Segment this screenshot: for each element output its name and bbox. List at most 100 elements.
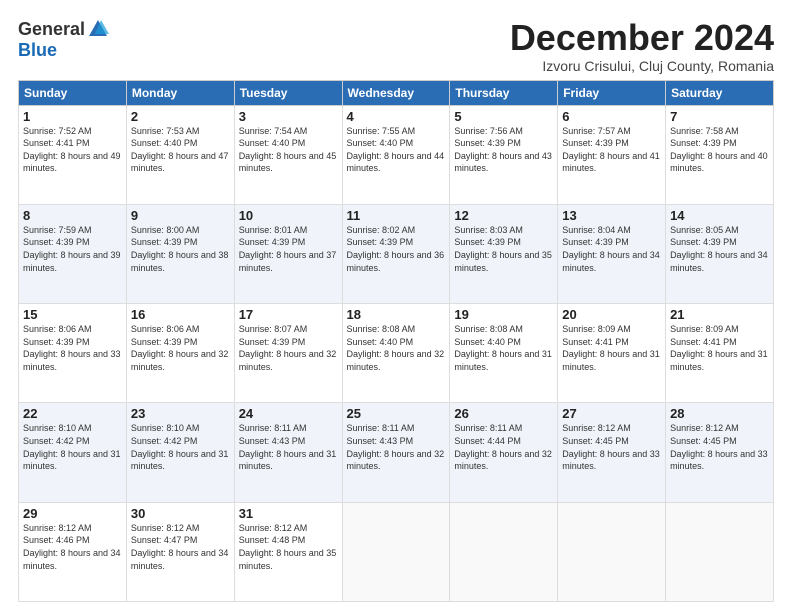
day-number: 18	[347, 307, 446, 322]
day-info: Sunrise: 7:53 AMSunset: 4:40 PMDaylight:…	[131, 126, 229, 174]
calendar-cell: 22 Sunrise: 8:10 AMSunset: 4:42 PMDaylig…	[19, 403, 127, 502]
day-number: 20	[562, 307, 661, 322]
day-number: 23	[131, 406, 230, 421]
day-info: Sunrise: 8:07 AMSunset: 4:39 PMDaylight:…	[239, 324, 337, 372]
day-number: 7	[670, 109, 769, 124]
calendar-cell: 29 Sunrise: 8:12 AMSunset: 4:46 PMDaylig…	[19, 502, 127, 601]
calendar-cell: 4 Sunrise: 7:55 AMSunset: 4:40 PMDayligh…	[342, 105, 450, 204]
day-number: 30	[131, 506, 230, 521]
day-info: Sunrise: 7:59 AMSunset: 4:39 PMDaylight:…	[23, 225, 121, 273]
calendar-header-saturday: Saturday	[666, 80, 774, 105]
day-info: Sunrise: 8:10 AMSunset: 4:42 PMDaylight:…	[23, 423, 121, 471]
calendar-cell: 21 Sunrise: 8:09 AMSunset: 4:41 PMDaylig…	[666, 304, 774, 403]
month-title: December 2024	[510, 18, 774, 58]
calendar-header-row: SundayMondayTuesdayWednesdayThursdayFrid…	[19, 80, 774, 105]
calendar-cell: 15 Sunrise: 8:06 AMSunset: 4:39 PMDaylig…	[19, 304, 127, 403]
calendar-week-row: 22 Sunrise: 8:10 AMSunset: 4:42 PMDaylig…	[19, 403, 774, 502]
day-number: 5	[454, 109, 553, 124]
day-number: 17	[239, 307, 338, 322]
day-info: Sunrise: 8:12 AMSunset: 4:45 PMDaylight:…	[670, 423, 768, 471]
title-block: December 2024 Izvoru Crisului, Cluj Coun…	[510, 18, 774, 74]
calendar-cell: 25 Sunrise: 8:11 AMSunset: 4:43 PMDaylig…	[342, 403, 450, 502]
calendar-header-sunday: Sunday	[19, 80, 127, 105]
day-info: Sunrise: 8:08 AMSunset: 4:40 PMDaylight:…	[347, 324, 445, 372]
calendar-cell: 27 Sunrise: 8:12 AMSunset: 4:45 PMDaylig…	[558, 403, 666, 502]
day-number: 19	[454, 307, 553, 322]
day-number: 8	[23, 208, 122, 223]
calendar-cell: 26 Sunrise: 8:11 AMSunset: 4:44 PMDaylig…	[450, 403, 558, 502]
day-info: Sunrise: 8:04 AMSunset: 4:39 PMDaylight:…	[562, 225, 660, 273]
day-number: 11	[347, 208, 446, 223]
location-title: Izvoru Crisului, Cluj County, Romania	[510, 58, 774, 74]
calendar-cell: 2 Sunrise: 7:53 AMSunset: 4:40 PMDayligh…	[126, 105, 234, 204]
calendar-cell: 24 Sunrise: 8:11 AMSunset: 4:43 PMDaylig…	[234, 403, 342, 502]
day-info: Sunrise: 8:11 AMSunset: 4:43 PMDaylight:…	[239, 423, 337, 471]
day-info: Sunrise: 7:58 AMSunset: 4:39 PMDaylight:…	[670, 126, 768, 174]
calendar-header-friday: Friday	[558, 80, 666, 105]
day-info: Sunrise: 7:52 AMSunset: 4:41 PMDaylight:…	[23, 126, 121, 174]
day-number: 10	[239, 208, 338, 223]
day-info: Sunrise: 8:03 AMSunset: 4:39 PMDaylight:…	[454, 225, 552, 273]
calendar-cell: 9 Sunrise: 8:00 AMSunset: 4:39 PMDayligh…	[126, 204, 234, 303]
calendar-cell: 23 Sunrise: 8:10 AMSunset: 4:42 PMDaylig…	[126, 403, 234, 502]
logo-icon	[87, 18, 109, 40]
day-number: 3	[239, 109, 338, 124]
day-info: Sunrise: 8:10 AMSunset: 4:42 PMDaylight:…	[131, 423, 229, 471]
logo-blue-text: Blue	[18, 40, 57, 61]
day-info: Sunrise: 8:11 AMSunset: 4:44 PMDaylight:…	[454, 423, 552, 471]
calendar-table: SundayMondayTuesdayWednesdayThursdayFrid…	[18, 80, 774, 602]
calendar-cell: 12 Sunrise: 8:03 AMSunset: 4:39 PMDaylig…	[450, 204, 558, 303]
calendar-cell	[450, 502, 558, 601]
day-number: 12	[454, 208, 553, 223]
logo-general-text: General	[18, 19, 85, 40]
page: General Blue December 2024 Izvoru Crisul…	[0, 0, 792, 612]
day-number: 28	[670, 406, 769, 421]
calendar-cell	[666, 502, 774, 601]
calendar-cell: 10 Sunrise: 8:01 AMSunset: 4:39 PMDaylig…	[234, 204, 342, 303]
day-info: Sunrise: 8:06 AMSunset: 4:39 PMDaylight:…	[131, 324, 229, 372]
day-info: Sunrise: 8:12 AMSunset: 4:47 PMDaylight:…	[131, 523, 229, 571]
day-info: Sunrise: 8:00 AMSunset: 4:39 PMDaylight:…	[131, 225, 229, 273]
calendar-cell: 13 Sunrise: 8:04 AMSunset: 4:39 PMDaylig…	[558, 204, 666, 303]
header: General Blue December 2024 Izvoru Crisul…	[18, 18, 774, 74]
day-number: 1	[23, 109, 122, 124]
calendar-cell	[342, 502, 450, 601]
day-info: Sunrise: 8:06 AMSunset: 4:39 PMDaylight:…	[23, 324, 121, 372]
day-info: Sunrise: 8:08 AMSunset: 4:40 PMDaylight:…	[454, 324, 552, 372]
day-number: 4	[347, 109, 446, 124]
day-number: 14	[670, 208, 769, 223]
calendar-cell: 31 Sunrise: 8:12 AMSunset: 4:48 PMDaylig…	[234, 502, 342, 601]
day-number: 21	[670, 307, 769, 322]
logo: General Blue	[18, 18, 109, 61]
calendar-cell	[558, 502, 666, 601]
calendar-cell: 6 Sunrise: 7:57 AMSunset: 4:39 PMDayligh…	[558, 105, 666, 204]
calendar-cell: 18 Sunrise: 8:08 AMSunset: 4:40 PMDaylig…	[342, 304, 450, 403]
day-number: 31	[239, 506, 338, 521]
calendar-cell: 16 Sunrise: 8:06 AMSunset: 4:39 PMDaylig…	[126, 304, 234, 403]
calendar-cell: 28 Sunrise: 8:12 AMSunset: 4:45 PMDaylig…	[666, 403, 774, 502]
day-info: Sunrise: 8:09 AMSunset: 4:41 PMDaylight:…	[562, 324, 660, 372]
day-number: 25	[347, 406, 446, 421]
day-number: 29	[23, 506, 122, 521]
calendar-header-wednesday: Wednesday	[342, 80, 450, 105]
calendar-cell: 20 Sunrise: 8:09 AMSunset: 4:41 PMDaylig…	[558, 304, 666, 403]
calendar-cell: 14 Sunrise: 8:05 AMSunset: 4:39 PMDaylig…	[666, 204, 774, 303]
calendar-cell: 5 Sunrise: 7:56 AMSunset: 4:39 PMDayligh…	[450, 105, 558, 204]
calendar-cell: 1 Sunrise: 7:52 AMSunset: 4:41 PMDayligh…	[19, 105, 127, 204]
day-info: Sunrise: 8:02 AMSunset: 4:39 PMDaylight:…	[347, 225, 445, 273]
day-number: 16	[131, 307, 230, 322]
calendar-week-row: 29 Sunrise: 8:12 AMSunset: 4:46 PMDaylig…	[19, 502, 774, 601]
day-number: 24	[239, 406, 338, 421]
day-info: Sunrise: 8:12 AMSunset: 4:45 PMDaylight:…	[562, 423, 660, 471]
day-number: 15	[23, 307, 122, 322]
day-info: Sunrise: 7:56 AMSunset: 4:39 PMDaylight:…	[454, 126, 552, 174]
day-info: Sunrise: 8:05 AMSunset: 4:39 PMDaylight:…	[670, 225, 768, 273]
calendar-week-row: 1 Sunrise: 7:52 AMSunset: 4:41 PMDayligh…	[19, 105, 774, 204]
calendar-header-monday: Monday	[126, 80, 234, 105]
day-info: Sunrise: 8:12 AMSunset: 4:48 PMDaylight:…	[239, 523, 337, 571]
day-info: Sunrise: 8:11 AMSunset: 4:43 PMDaylight:…	[347, 423, 445, 471]
day-number: 26	[454, 406, 553, 421]
calendar-cell: 30 Sunrise: 8:12 AMSunset: 4:47 PMDaylig…	[126, 502, 234, 601]
day-number: 9	[131, 208, 230, 223]
calendar-cell: 11 Sunrise: 8:02 AMSunset: 4:39 PMDaylig…	[342, 204, 450, 303]
